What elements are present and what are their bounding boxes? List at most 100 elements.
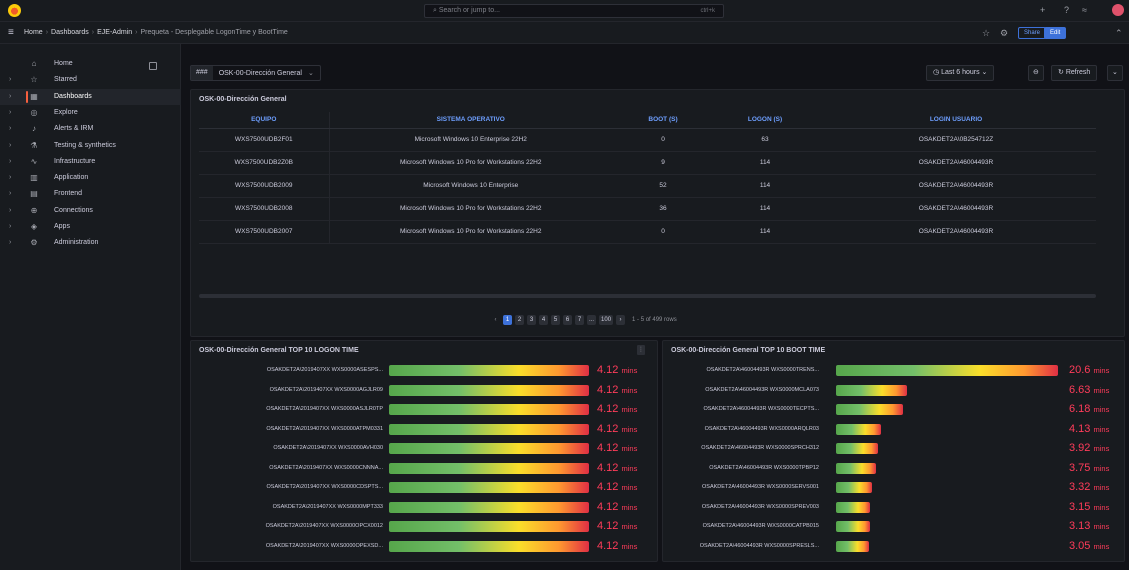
sidebar-item-apps[interactable]: › ◈ Apps	[0, 219, 181, 235]
chevron-right-icon[interactable]: ›	[9, 142, 11, 149]
gauge-bar	[389, 365, 589, 376]
gauge-bar	[836, 423, 881, 435]
sidebar-item-administration[interactable]: › ⚙ Administration	[0, 235, 181, 251]
chevron-right-icon[interactable]: ›	[9, 207, 11, 214]
chevron-right-icon[interactable]: ›	[9, 239, 11, 246]
chevron-right-icon[interactable]: ›	[9, 76, 11, 83]
breadcrumb-home[interactable]: Home	[24, 29, 43, 36]
sidebar-item-label: Testing & synthetics	[54, 141, 116, 149]
zoom-out-icon: ⊖	[1033, 69, 1039, 76]
chevron-right-icon[interactable]: ›	[9, 190, 11, 197]
page-button[interactable]: 3	[527, 315, 536, 325]
sidebar-item-home[interactable]: ⌂ Home	[0, 56, 181, 72]
table-row: WXS7500UDB2007 Microsoft Windows 10 Pro f…	[199, 220, 1096, 244]
variable-selector[interactable]: ### OSK-00-Dirección General ⌄	[190, 65, 321, 81]
gauge-label: OSAKDET2A\2019407XX WXS0000AGJLR09	[269, 386, 383, 393]
sidebar-item-alerts-irm[interactable]: › ♪ Alerts & IRM	[0, 121, 181, 137]
page-button[interactable]: 5	[551, 315, 560, 325]
gauge-value: 3.05 mins	[1069, 540, 1109, 552]
sidebar-item-dashboards[interactable]: › ▦ Dashboards	[0, 88, 181, 105]
sidebar-item-frontend[interactable]: › ▤ Frontend	[0, 186, 181, 202]
panel-title: OSK-00-Dirección General TOP 10 LOGON TI…	[199, 347, 359, 354]
panel-menu-icon[interactable]: ⋮	[637, 345, 645, 355]
collapse-icon[interactable]: ⌃	[1115, 28, 1123, 39]
clock-icon: ◷	[933, 69, 942, 76]
horizontal-scrollbar[interactable]	[199, 294, 1096, 298]
column-header[interactable]: SISTEMA OPERATIVO	[329, 112, 612, 129]
sidebar-item-connections[interactable]: › ⊕ Connections	[0, 203, 181, 219]
next-page-icon[interactable]: ›	[616, 315, 626, 325]
chevron-right-icon[interactable]: ›	[9, 125, 11, 132]
plus-icon[interactable]: +	[1040, 5, 1045, 15]
sidebar-item-infrastructure[interactable]: › ∿ Infrastructure	[0, 154, 181, 170]
infrastructure-icon: ∿	[30, 156, 38, 166]
chevron-right-icon[interactable]: ›	[9, 158, 11, 165]
search-input[interactable]: ⌕ Search or jump to... ctrl+k	[424, 4, 724, 18]
gauge-label: OSAKDET2A\46004493R WXS0000TRENS...	[706, 367, 820, 373]
news-icon[interactable]: ≈	[1082, 5, 1087, 15]
gauge-bar	[389, 443, 589, 454]
variable-value: OSK-00-Dirección General	[218, 70, 302, 77]
page-button[interactable]: ...	[587, 315, 597, 325]
breadcrumb-dashboards[interactable]: Dashboards	[51, 29, 89, 36]
gauge-row: OSAKDET2A\46004493R WXS0000SPRCH312 3.92 …	[669, 441, 1125, 456]
edit-button[interactable]: Edit	[1044, 27, 1067, 39]
page-button[interactable]: 1	[503, 315, 512, 325]
menu-toggle-icon[interactable]: ≡	[8, 27, 14, 38]
column-header[interactable]: BOOT (S)	[612, 112, 714, 129]
gauge-label: OSAKDET2A\2019407XX WXS0000OPCX0012	[265, 523, 383, 529]
page-button[interactable]: 4	[539, 315, 548, 325]
sidebar-item-label: Explore	[54, 108, 78, 116]
star-icon[interactable]: ☆	[982, 28, 990, 39]
sidebar-item-explore[interactable]: › ◎ Explore	[0, 105, 181, 121]
page-button[interactable]: 100	[599, 315, 614, 325]
help-icon[interactable]: ?	[1064, 5, 1069, 15]
gauge-value-unit: mins	[621, 405, 638, 414]
gauge-value: 3.15 mins	[1069, 501, 1109, 513]
page-button[interactable]: 2	[515, 315, 524, 325]
gauge-row: OSAKDET2A\2019407XX WXS0000ATPM0331 4.12 …	[197, 422, 653, 437]
gauge-label: OSAKDET2A\46004493R WXS0000TPBP12	[709, 464, 819, 471]
settings-icon[interactable]: ⚙	[1000, 28, 1008, 39]
gauge-value-unit: mins	[1093, 405, 1110, 414]
zoom-out-button[interactable]: ⊖	[1028, 65, 1044, 81]
sidebar-item-starred[interactable]: › ☆ Starred	[0, 72, 181, 88]
column-header[interactable]: LOGON (S)	[714, 112, 816, 129]
chevron-right-icon[interactable]: ›	[9, 174, 11, 181]
gauge-value: 4.12 mins	[597, 403, 637, 415]
prev-page-icon[interactable]: ‹	[491, 315, 500, 325]
time-range-picker[interactable]: ◷ Last 6 hours ⌄	[926, 65, 995, 81]
gauge-row: OSAKDET2A\2019407XX WXS0000CDSPTS... 4.12…	[197, 480, 653, 495]
page-button[interactable]: 6	[563, 315, 572, 325]
sidebar-item-testing-synthetics[interactable]: › ⚗ Testing & synthetics	[0, 138, 181, 154]
gauge-value: 6.63 mins	[1069, 384, 1109, 396]
chevron-right-icon[interactable]: ›	[9, 223, 11, 230]
page-button[interactable]: 7	[575, 315, 584, 325]
user-avatar[interactable]	[1112, 4, 1124, 16]
gauge-value-unit: mins	[1093, 502, 1110, 512]
gauge-value-number: 3.13	[1069, 520, 1091, 532]
column-header[interactable]: LOGIN USUARIO	[816, 112, 1096, 129]
gauge-row: OSAKDET2A\46004493R WXS0000TPBP12 3.75 mi…	[669, 461, 1125, 476]
gauge-label: OSAKDET2A\2019407XX WXS0000CDSPTS...	[266, 484, 383, 490]
gauge-label: OSAKDET2A\2019407XX WXS0000OPEXSD...	[265, 542, 383, 549]
chevron-right-icon[interactable]: ›	[9, 109, 11, 116]
gauge-row: OSAKDET2A\46004493R WXS0000CATPB015 3.13 …	[669, 519, 1125, 534]
share-button[interactable]: Share	[1018, 27, 1047, 39]
refresh-button[interactable]: ↻ Refresh	[1051, 65, 1098, 81]
gauge-value-number: 3.32	[1069, 481, 1091, 493]
refresh-interval-dropdown[interactable]: ⌄	[1107, 65, 1123, 81]
table-cell: 0	[612, 220, 714, 244]
table-cell: WXS7500UDB2Z0B	[199, 151, 330, 175]
gauge-label: OSAKDET2A\2019407XX WXS0000ASJLR0TP	[266, 406, 383, 412]
devices-table: EQUIPO SISTEMA OPERATIVO BOOT (S) LOGON (S)…	[199, 112, 1096, 244]
grafana-logo[interactable]	[8, 4, 21, 17]
column-header[interactable]: EQUIPO	[199, 112, 330, 129]
breadcrumb-folder[interactable]: EJE-Admin	[97, 29, 132, 36]
boot-panel: OSK-00-Dirección General TOP 10 BOOT TIM…	[662, 340, 1125, 562]
apps-icon: ◈	[30, 222, 38, 231]
chevron-right-icon[interactable]: ›	[9, 93, 11, 100]
table-cell: WXS7500UDB2009	[199, 174, 330, 198]
sidebar-item-application[interactable]: › ▥ Application	[0, 170, 181, 186]
gauge-value-number: 6.18	[1069, 403, 1091, 415]
